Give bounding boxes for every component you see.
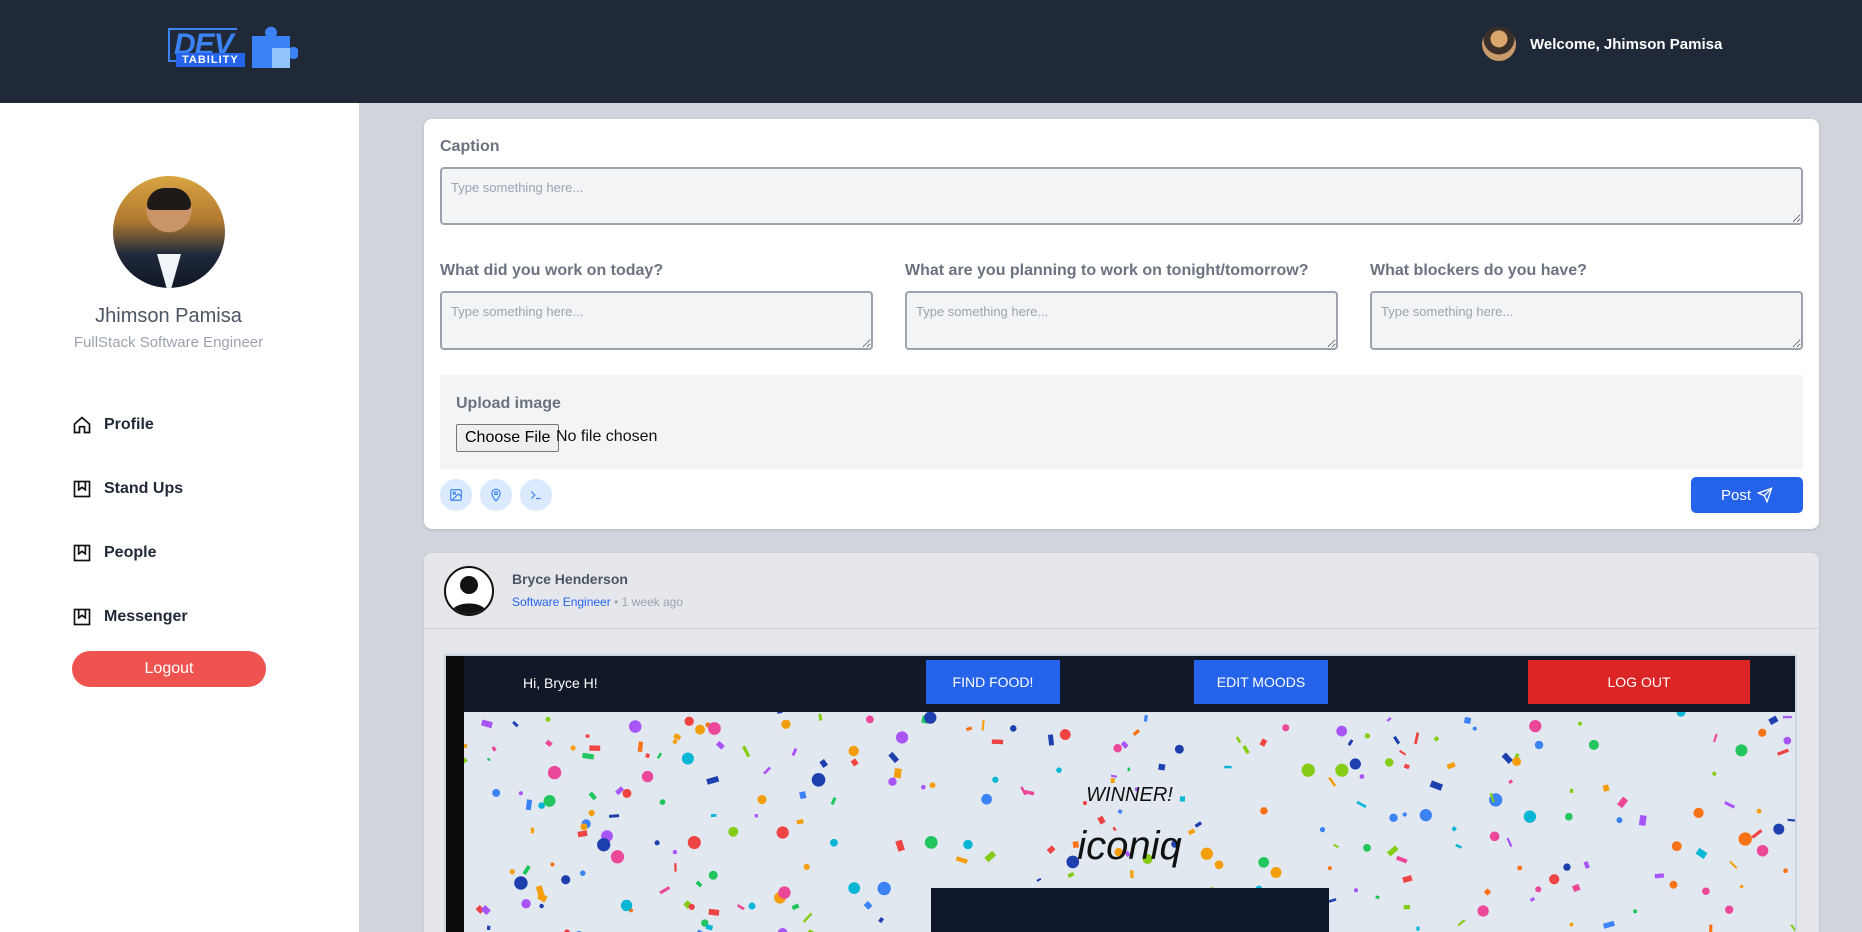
image-icon (450, 489, 462, 501)
caption-input[interactable] (440, 167, 1803, 225)
worked-on-label: What did you work on today? (440, 262, 664, 279)
post-image[interactable]: Hi, Bryce H! FIND FOOD! EDIT MOODS LOG O… (444, 654, 1797, 932)
profile-avatar (113, 176, 225, 288)
devtability-logo[interactable]: DEV TABILITY (168, 24, 298, 70)
standup-form-card: Caption What did you work on today? What… (424, 119, 1819, 529)
sidebar-item-label: People (104, 544, 157, 561)
caption-label: Caption (440, 138, 500, 155)
worked-on-input[interactable] (440, 291, 873, 350)
upload-section: Upload image Choose File No file chosen (440, 375, 1803, 469)
welcome-area[interactable]: Welcome, Jhimson Pamisa (1482, 27, 1722, 61)
confetti-background: WINNER! iconiq (464, 712, 1795, 932)
sidebar-item-label: Stand Ups (104, 480, 184, 497)
author-name[interactable]: Bryce Henderson (512, 571, 628, 587)
profile-role: FullStack Software Engineer (73, 334, 264, 351)
bookmark-icon (73, 544, 91, 562)
embedded-find-food-button: FIND FOOD! (926, 660, 1060, 704)
send-icon (1757, 487, 1773, 503)
blockers-input[interactable] (1370, 291, 1803, 350)
logout-button[interactable]: Logout (72, 651, 266, 687)
planning-input[interactable] (905, 291, 1338, 350)
choose-file-button[interactable]: Choose File (456, 424, 560, 452)
home-icon (73, 416, 91, 434)
file-status: No file chosen (556, 428, 658, 445)
add-image-button[interactable] (440, 479, 472, 511)
puzzle-icon (252, 26, 298, 68)
winner-text: WINNER! (1086, 784, 1173, 806)
post-header: Bryce Henderson Software Engineer • 1 we… (424, 553, 1819, 629)
blockers-label: What blockers do you have? (1370, 262, 1587, 279)
embedded-dark-panel (931, 888, 1329, 932)
sidebar-item-people[interactable]: People (72, 521, 188, 585)
sidebar-item-messenger[interactable]: Messenger (72, 585, 188, 649)
terminal-icon (530, 491, 541, 500)
bookmark-icon (73, 608, 91, 626)
upload-label: Upload image (456, 395, 561, 412)
welcome-text: Welcome, Jhimson Pamisa (1530, 35, 1723, 53)
sidebar-item-standups[interactable]: Stand Ups (72, 457, 188, 521)
post-label: Post (1720, 486, 1751, 504)
bookmark-icon (73, 480, 91, 498)
author-role: Software Engineer (512, 595, 611, 609)
add-code-button[interactable] (520, 479, 552, 511)
embedded-navbar: Hi, Bryce H! FIND FOOD! EDIT MOODS LOG O… (464, 656, 1795, 712)
location-pin-icon (491, 488, 501, 502)
post-meta: Software Engineer • 1 week ago (512, 595, 683, 609)
feed-post: Bryce Henderson Software Engineer • 1 we… (424, 553, 1819, 932)
author-avatar[interactable] (444, 566, 494, 616)
post-button[interactable]: Post (1691, 477, 1803, 513)
add-location-button[interactable] (480, 479, 512, 511)
planning-label: What are you planning to work on tonight… (905, 262, 1309, 279)
brand-text: iconiq (1077, 824, 1182, 868)
sidebar-item-profile[interactable]: Profile (72, 393, 188, 457)
logo-sub-text: TABILITY (176, 53, 245, 67)
embedded-edit-moods-button: EDIT MOODS (1194, 660, 1328, 704)
sidebar-nav: Profile Stand Ups People Messenger (72, 393, 188, 649)
embedded-log-out-button: LOG OUT (1528, 660, 1750, 704)
post-time: • 1 week ago (614, 595, 683, 609)
sidebar: Jhimson Pamisa FullStack Software Engine… (0, 103, 360, 932)
header-avatar[interactable] (1482, 27, 1516, 61)
sidebar-item-label: Messenger (104, 608, 188, 625)
sidebar-item-label: Profile (104, 416, 154, 433)
profile-name: Jhimson Pamisa (95, 305, 242, 327)
embedded-greeting: Hi, Bryce H! (523, 675, 598, 691)
user-silhouette-icon (451, 576, 487, 614)
top-navbar: DEV TABILITY Welcome, Jhimson Pamisa (0, 0, 1862, 103)
